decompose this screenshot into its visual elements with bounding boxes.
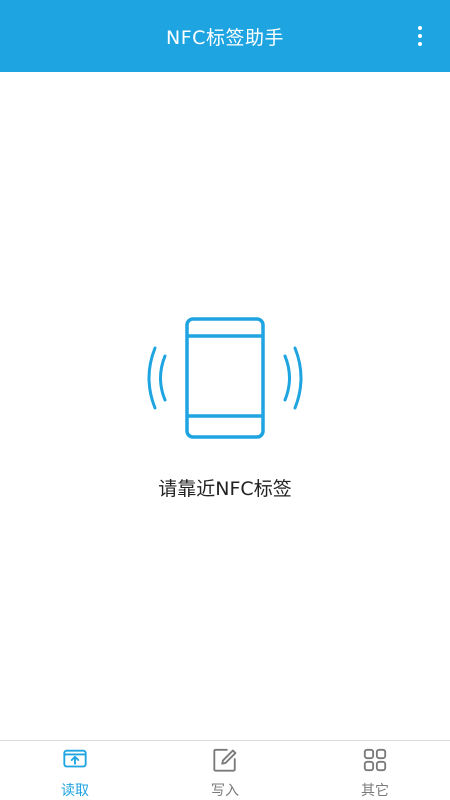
nav-label-read: 读取 <box>61 783 89 799</box>
more-vertical-icon-dot <box>418 42 422 46</box>
app-bar: NFC标签助手 <box>0 0 450 72</box>
phone-nfc-waves-icon <box>147 317 303 439</box>
nav-item-other[interactable]: 其它 <box>300 741 450 800</box>
app-title: NFC标签助手 <box>166 26 284 49</box>
main-content: 请靠近NFC标签 <box>0 72 450 740</box>
bottom-nav: 读取 写入 其它 <box>0 740 450 800</box>
more-vertical-icon <box>418 26 422 30</box>
nav-item-read[interactable]: 读取 <box>0 741 150 800</box>
nav-item-write[interactable]: 写入 <box>150 741 300 800</box>
nav-label-other: 其它 <box>361 783 389 799</box>
nav-label-write: 写入 <box>211 783 239 799</box>
edit-icon <box>213 748 237 772</box>
nfc-prompt-text: 请靠近NFC标签 <box>158 478 292 500</box>
grid-icon <box>363 748 387 772</box>
more-menu-button[interactable] <box>408 24 432 48</box>
more-vertical-icon-dot <box>418 34 422 38</box>
read-icon <box>63 749 87 768</box>
